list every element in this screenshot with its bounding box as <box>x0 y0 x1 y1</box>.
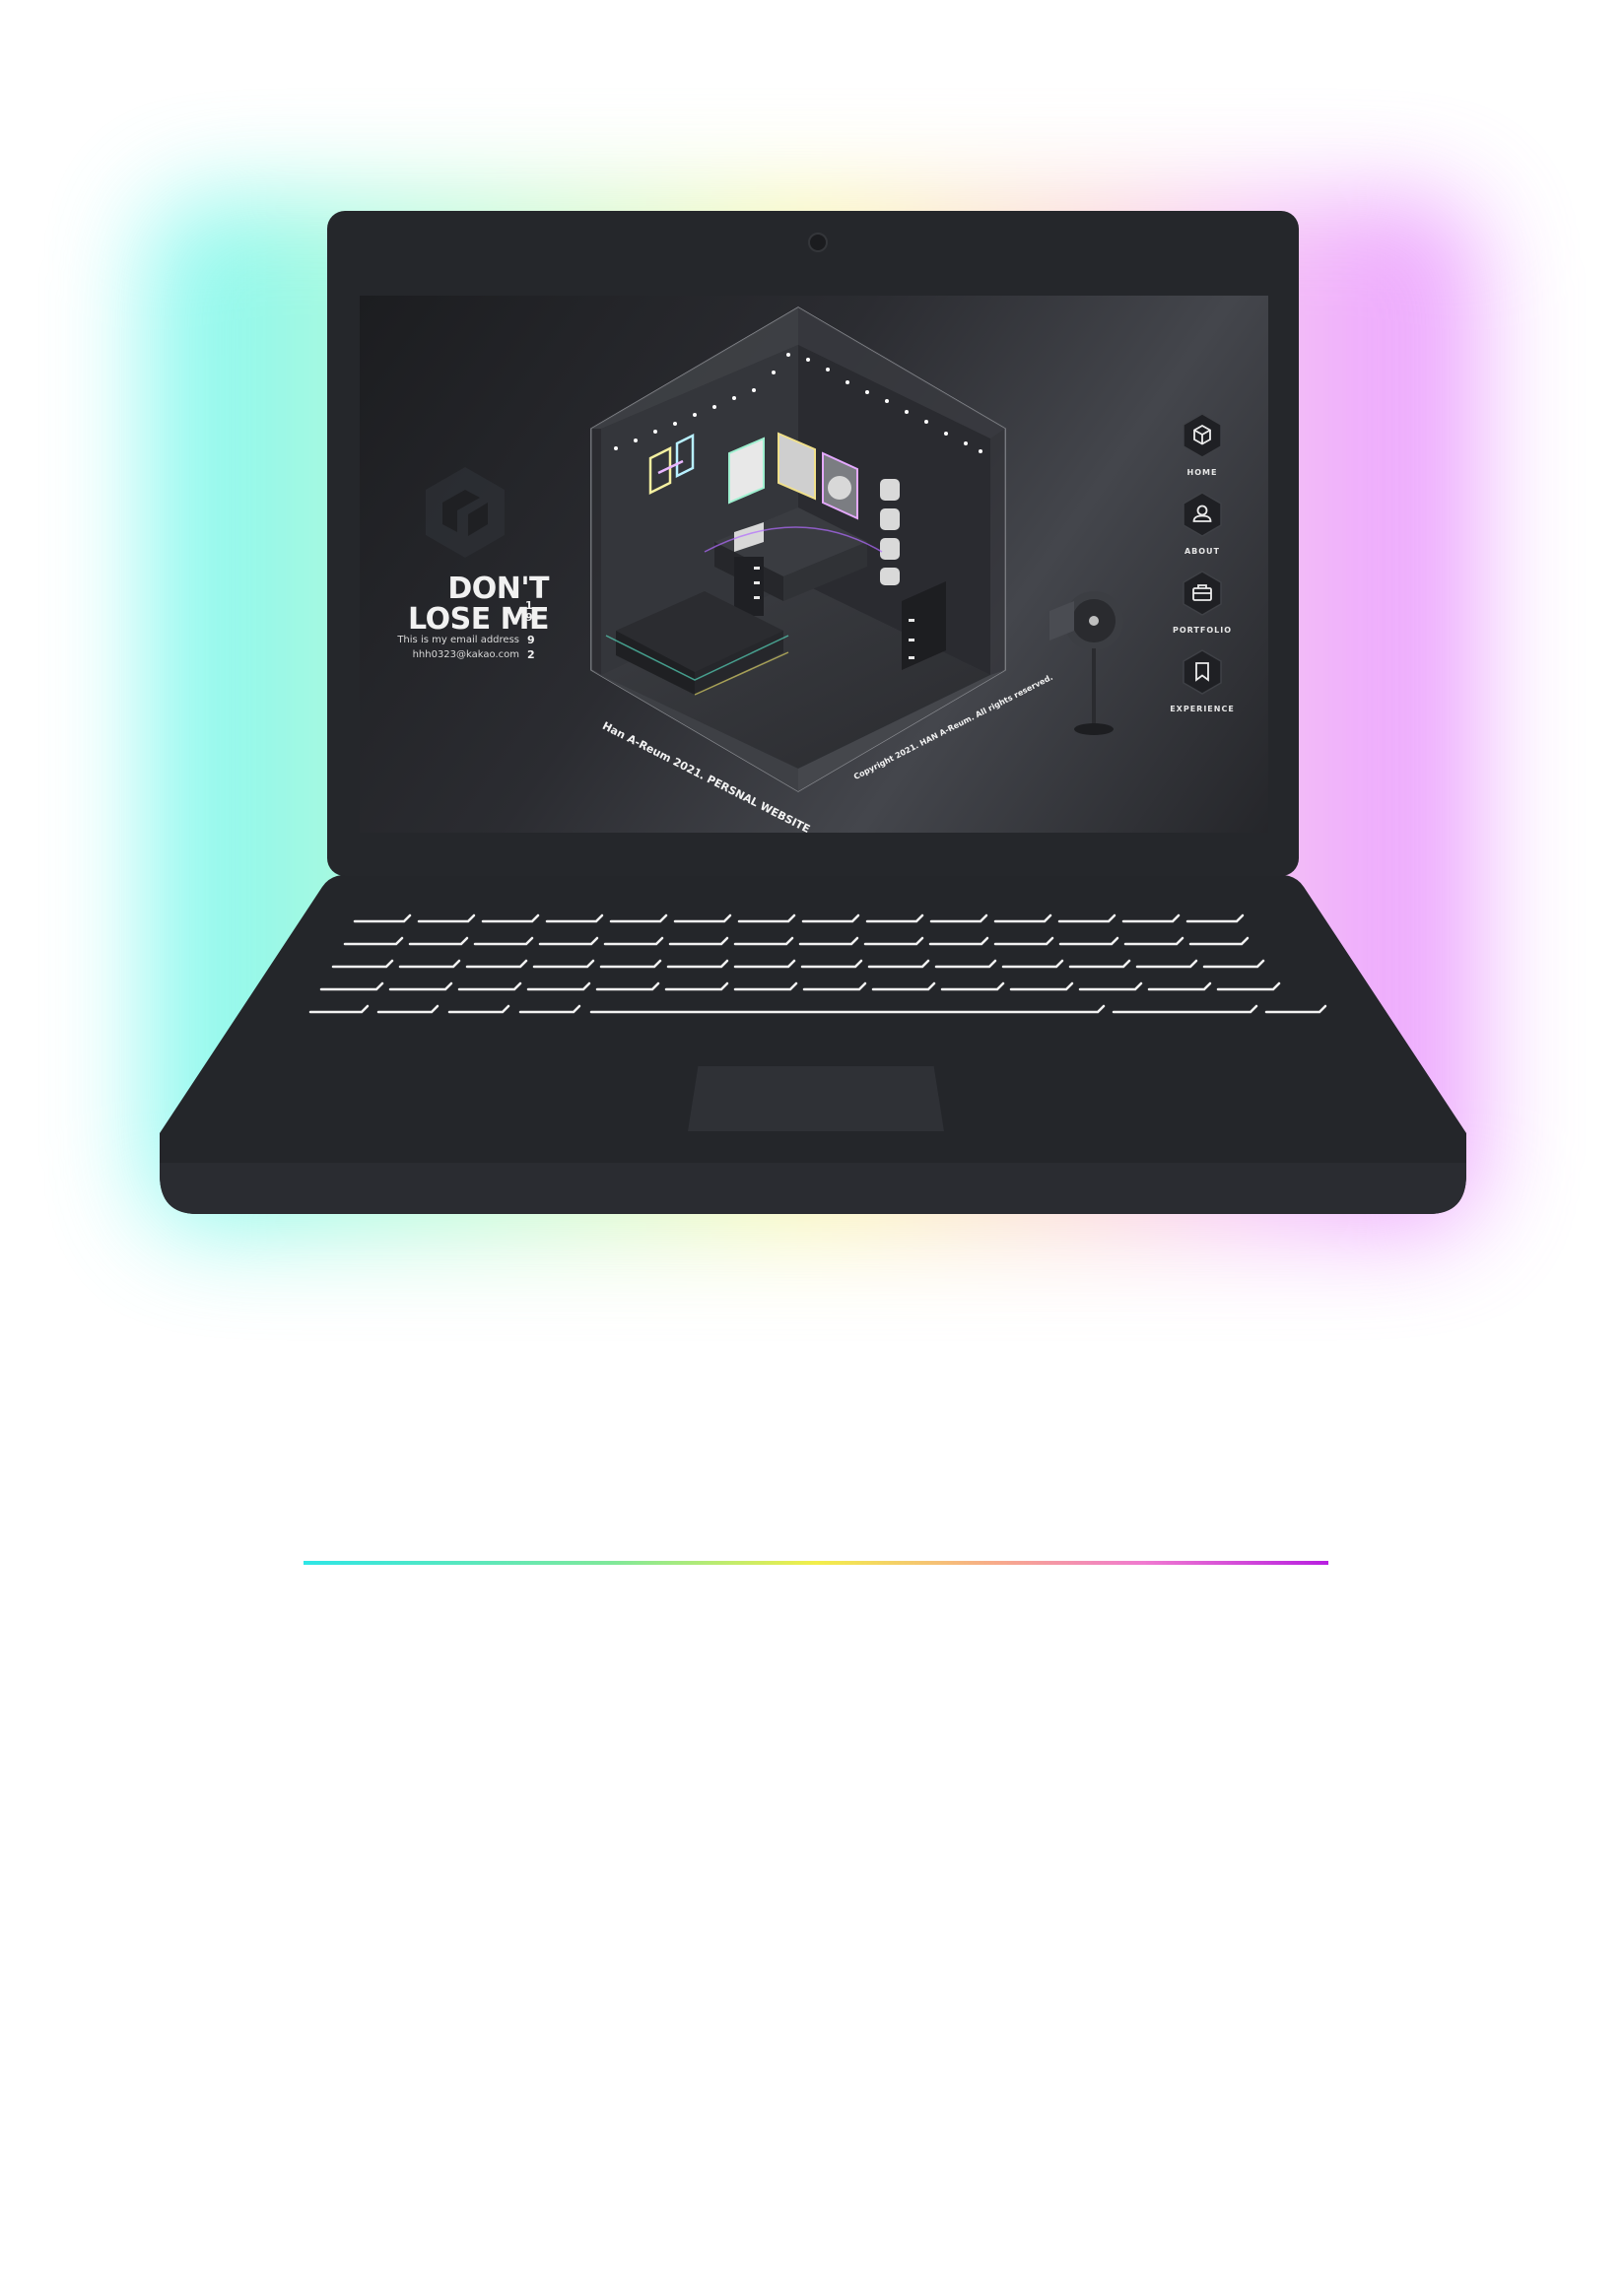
email-link[interactable]: hhh0323@kakao.com <box>413 649 519 660</box>
trackpad[interactable] <box>688 1066 944 1131</box>
user-icon <box>1183 492 1222 537</box>
year-digit-4: 2 <box>527 648 535 661</box>
cube-icon <box>1183 413 1222 458</box>
nav-portfolio[interactable]: PORTFOLIO <box>1168 570 1237 635</box>
nav-label-portfolio: PORTFOLIO <box>1172 626 1233 635</box>
nav-label-home: HOME <box>1186 468 1218 477</box>
nav-home[interactable]: HOME <box>1168 412 1237 477</box>
email-caption: This is my email address <box>397 635 519 645</box>
laptop-base <box>160 875 1466 1214</box>
nav-label-about: ABOUT <box>1184 547 1221 556</box>
nav-experience[interactable]: EXPERIENCE <box>1168 648 1237 713</box>
webcam-icon <box>808 233 828 252</box>
rainbow-divider <box>304 1561 1328 1565</box>
standing-fan <box>1049 591 1123 735</box>
nav-about[interactable]: ABOUT <box>1168 491 1237 556</box>
briefcase-icon <box>1183 571 1222 616</box>
laptop-screen: DON'T LOSE ME 1 9 9 2 This is my email a… <box>360 296 1268 833</box>
year-digit-3: 9 <box>527 634 535 646</box>
year-digit-2: 9 <box>525 611 533 624</box>
nav-label-experience: EXPERIENCE <box>1170 705 1235 713</box>
brand-logo-icon <box>426 467 505 558</box>
bookmark-icon <box>1183 649 1222 695</box>
